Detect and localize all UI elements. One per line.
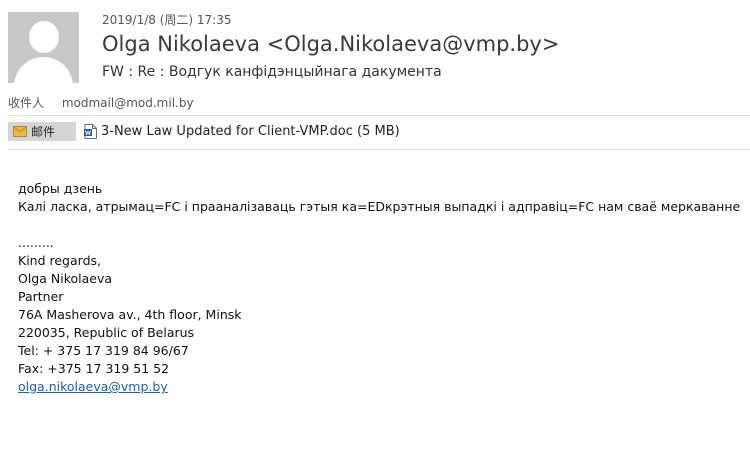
email-date: 2019/1/8 (周二) 17:35 [102, 13, 232, 27]
envelope-icon [13, 126, 27, 137]
person-avatar-icon [29, 21, 59, 53]
signature-address-line2: 220035, Republic of Belarus [18, 325, 195, 340]
sender-avatar [8, 12, 79, 83]
recipient-address[interactable]: modmail@mod.mil.by [62, 96, 194, 110]
word-document-icon [84, 124, 97, 139]
signature-tel: Tel: + 375 17 319 84 96/67 [18, 343, 189, 358]
recipient-label: 收件人 [8, 96, 45, 110]
signature-fax: Fax: +375 17 319 51 52 [18, 361, 170, 376]
signature-address-line1: 76A Masherova av., 4th floor, Minsk [18, 307, 242, 322]
email-body: добры дзень Калі ласка, атрымац=FC і пра… [18, 180, 743, 396]
recipient-row: 收件人 modmail@mod.mil.by [8, 94, 194, 111]
avatar-body-shape [14, 57, 73, 83]
header-divider [8, 115, 750, 116]
mail-tab-label: 邮件 [31, 125, 56, 139]
signature-name: Olga Nikolaeva [18, 271, 113, 286]
body-greeting: добры дзень [18, 181, 103, 196]
mail-tab[interactable]: 邮件 [8, 122, 76, 141]
signature-email-link[interactable]: olga.nikolaeva@vmp.by [18, 379, 168, 394]
body-request: Калі ласка, атрымац=FC і прааналізаваць … [18, 199, 741, 214]
attachment-file[interactable]: 3-New Law Updated for Client-VMP.doc (5 … [84, 122, 400, 141]
signature-closing: Kind regards, [18, 253, 101, 268]
sender-name[interactable]: Olga Nikolaeva <Olga.Nikolaeva@vmp.by> [102, 32, 559, 56]
attachments-divider [8, 149, 750, 150]
signature-title: Partner [18, 289, 64, 304]
body-dots: ......... [18, 235, 54, 250]
email-subject: FW : Re : Водгук канфідэнцыйнага дакумен… [102, 64, 442, 80]
attachment-name: 3-New Law Updated for Client-VMP.doc (5 … [101, 124, 400, 139]
